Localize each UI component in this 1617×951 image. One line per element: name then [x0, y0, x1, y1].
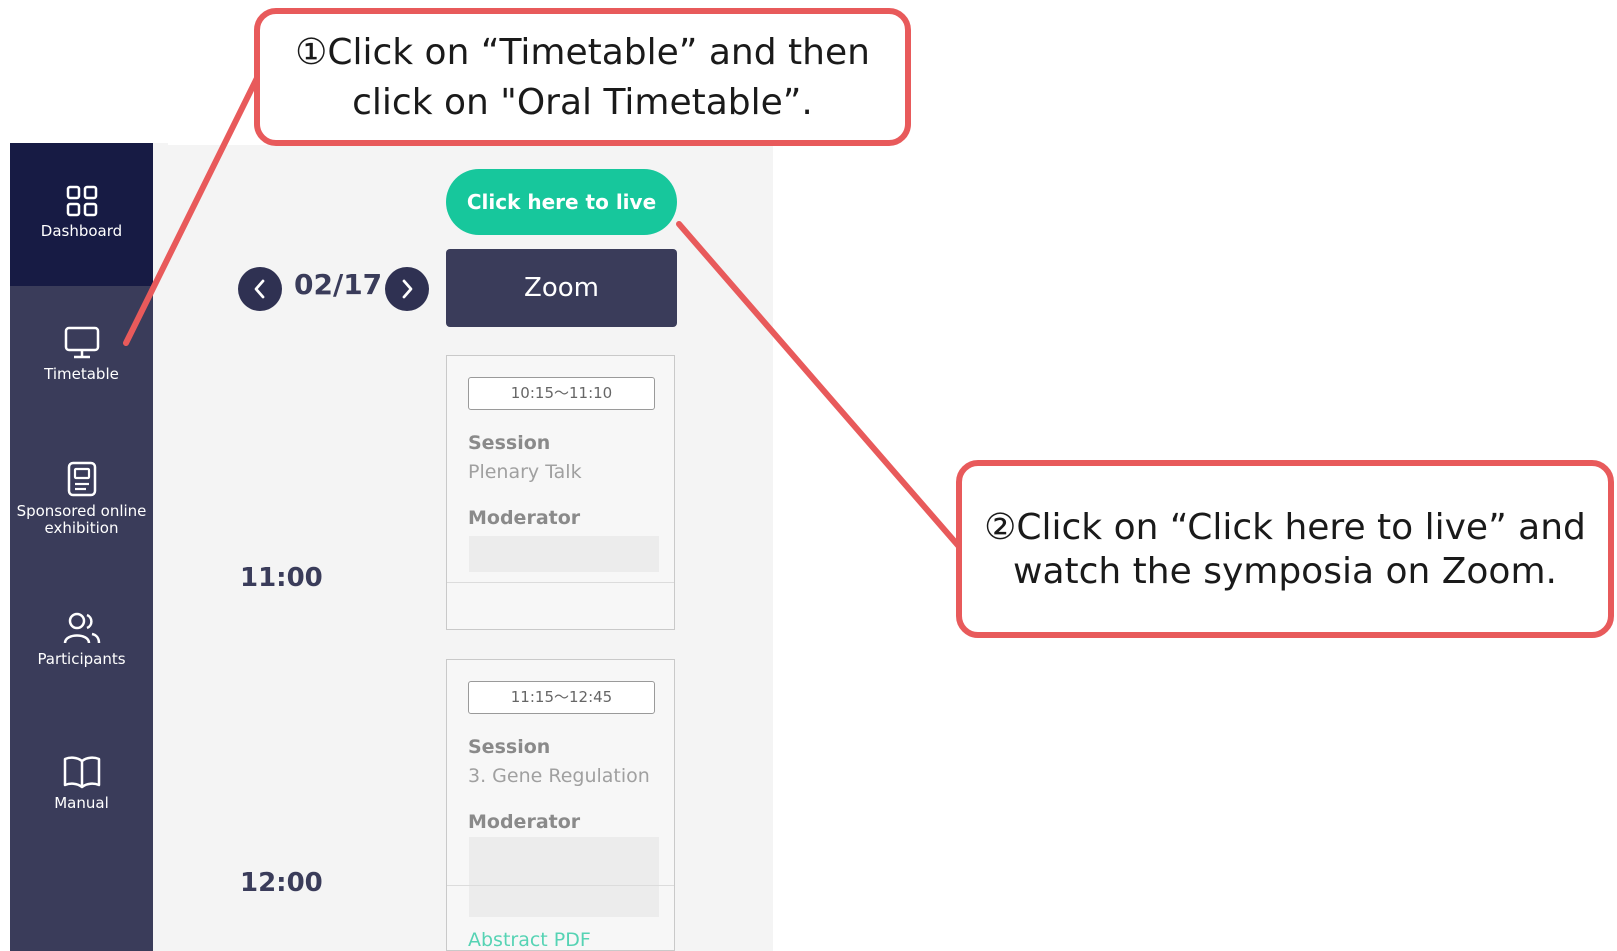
callout1-pointer: [123, 73, 261, 346]
callout-step2-line1: ②Click on “Click here to live” and: [984, 507, 1586, 548]
callout-step1-line1: ①Click on “Timetable” and then: [295, 32, 870, 73]
callout-step1: ①Click on “Timetable” and then click on …: [254, 8, 911, 146]
callout2-pointer: [676, 221, 965, 553]
callout-step1-line2: click on "Oral Timetable”.: [352, 82, 813, 123]
callout-step2: ②Click on “Click here to live” and watch…: [956, 460, 1614, 638]
callout-step2-line2: watch the symposia on Zoom.: [1013, 551, 1557, 592]
